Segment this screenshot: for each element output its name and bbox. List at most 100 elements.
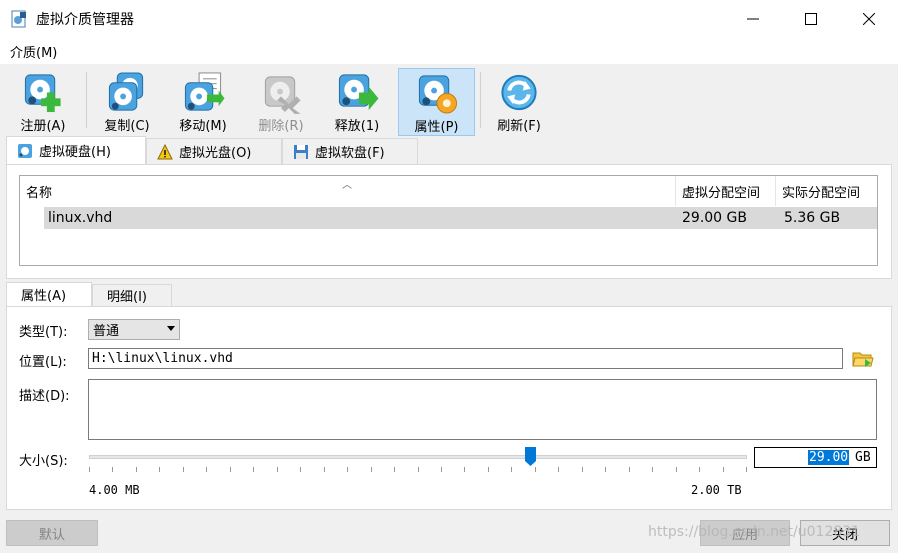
move-button[interactable]: 移动(M): [172, 68, 234, 134]
menu-bar: 介质(M): [0, 38, 898, 64]
slider-tick: [253, 467, 254, 472]
tab-optical-disks[interactable]: 虚拟光盘(O): [146, 138, 282, 164]
disk-copy-icon: [108, 72, 144, 111]
disk-move-icon: [184, 72, 225, 111]
tab-attributes[interactable]: 属性(A): [6, 282, 92, 306]
release-button[interactable]: 释放(1): [326, 68, 388, 134]
release-label: 释放(1): [334, 119, 380, 134]
refresh-icon: [501, 74, 537, 111]
menu-medium[interactable]: 介质(M): [8, 40, 59, 63]
size-max-label: 2.00 TB: [691, 483, 742, 497]
location-label: 位置(L):: [19, 355, 67, 370]
size-slider-ticks: [89, 467, 747, 473]
slider-tick: [347, 467, 348, 472]
disk-remove-icon: [264, 76, 301, 114]
sort-ascending-icon: ︿: [342, 180, 352, 191]
location-field[interactable]: H:\linux\linux.vhd: [88, 348, 843, 369]
size-value: 29.00: [808, 450, 850, 465]
slider-tick: [183, 467, 184, 472]
slider-tick: [723, 467, 724, 472]
minimize-button[interactable]: [724, 0, 782, 38]
maximize-button[interactable]: [782, 0, 840, 38]
apply-button[interactable]: 应用: [700, 520, 790, 546]
slider-tick: [206, 467, 207, 472]
tab-optical-disks-label: 虚拟光盘(O): [179, 146, 252, 161]
slider-tick: [605, 467, 606, 472]
column-actual-size[interactable]: 实际分配空间: [776, 176, 876, 206]
chevron-down-icon: [167, 326, 175, 331]
disk-properties-icon: [418, 75, 457, 114]
type-value: 普通: [93, 324, 120, 339]
slider-tick: [230, 467, 231, 472]
properties-button[interactable]: 属性(P): [398, 68, 475, 136]
slider-tick: [418, 467, 419, 472]
toolbar-separator: [86, 72, 87, 128]
tab-floppy-disks-label: 虚拟软盘(F): [315, 146, 385, 161]
disk-release-icon: [338, 74, 379, 111]
slider-tick: [464, 467, 465, 472]
close-button[interactable]: 关闭: [800, 520, 890, 546]
tab-information[interactable]: 明细(I): [92, 284, 172, 306]
media-list-panel: 名称 虚拟分配空间 实际分配空间 ︿ linux.vhd 29.00 GB 5.…: [6, 164, 892, 279]
slider-tick: [582, 467, 583, 472]
slider-tick: [277, 467, 278, 472]
folder-open-icon[interactable]: [851, 347, 875, 371]
description-label: 描述(D):: [19, 389, 70, 404]
size-field[interactable]: 29.00 GB: [754, 447, 877, 468]
minimize-icon: [747, 18, 759, 20]
description-field[interactable]: [88, 379, 877, 440]
tab-hard-disks-label: 虚拟硬盘(H): [39, 145, 111, 160]
list-header: 名称 虚拟分配空间 实际分配空间: [20, 176, 877, 206]
size-unit: GB: [855, 450, 871, 465]
table-row[interactable]: linux.vhd 29.00 GB 5.36 GB: [44, 207, 877, 229]
refresh-button[interactable]: 刷新(F): [488, 68, 550, 134]
row-virtual-size: 29.00 GB: [682, 210, 747, 226]
floppy-icon: [294, 144, 308, 159]
tab-hard-disks[interactable]: 虚拟硬盘(H): [6, 136, 146, 164]
copy-label: 复制(C): [104, 119, 150, 134]
register-button[interactable]: 注册(A): [12, 68, 74, 134]
size-slider-track[interactable]: [89, 455, 747, 459]
close-window-button[interactable]: [840, 0, 898, 38]
warning-icon: [157, 143, 173, 159]
slider-tick: [629, 467, 630, 472]
slider-tick: [511, 467, 512, 472]
properties-label: 属性(P): [414, 120, 459, 135]
size-label: 大小(S):: [19, 454, 68, 469]
reset-button[interactable]: 默认: [6, 520, 98, 546]
slider-tick: [136, 467, 137, 472]
hard-disk-icon: [18, 143, 32, 158]
slider-tick: [159, 467, 160, 472]
copy-button[interactable]: 复制(C): [96, 68, 158, 134]
row-name: linux.vhd: [48, 210, 113, 226]
media-manager-icon: [11, 10, 26, 28]
tab-floppy-disks[interactable]: 虚拟软盘(F): [282, 138, 418, 164]
media-list[interactable]: 名称 虚拟分配空间 实际分配空间 ︿ linux.vhd 29.00 GB 5.…: [19, 175, 878, 266]
toolbar-separator: [480, 72, 481, 128]
row-actual-size: 5.36 GB: [784, 210, 841, 226]
refresh-label: 刷新(F): [497, 119, 541, 134]
slider-tick: [89, 467, 90, 472]
type-label: 类型(T):: [19, 325, 68, 340]
type-select[interactable]: 普通: [88, 319, 180, 340]
remove-button[interactable]: 删除(R): [250, 68, 312, 134]
slider-tick: [652, 467, 653, 472]
close-icon: [863, 13, 875, 25]
media-type-tabs: 虚拟硬盘(H) 虚拟光盘(O) 虚拟软盘(F): [6, 136, 418, 164]
size-slider-handle[interactable]: [525, 447, 536, 466]
move-label: 移动(M): [179, 119, 227, 134]
column-virtual-size[interactable]: 虚拟分配空间: [676, 176, 776, 206]
slider-tick: [699, 467, 700, 472]
disk-add-icon: [24, 74, 61, 113]
slider-tick: [324, 467, 325, 472]
title-bar: 虚拟介质管理器: [0, 0, 898, 38]
slider-tick: [488, 467, 489, 472]
toolbar: 注册(A) 复制(C) 移动(M) 删除(R) 释放(1) 属性(P) 刷新(F…: [0, 64, 898, 136]
maximize-icon: [805, 13, 817, 25]
detail-tabs: 属性(A) 明细(I): [6, 282, 172, 308]
slider-tick: [112, 467, 113, 472]
attributes-panel: 类型(T): 普通 位置(L): H:\linux\linux.vhd 描述(D…: [6, 306, 892, 510]
window-title: 虚拟介质管理器: [36, 12, 134, 28]
slider-tick: [441, 467, 442, 472]
slider-tick: [676, 467, 677, 472]
